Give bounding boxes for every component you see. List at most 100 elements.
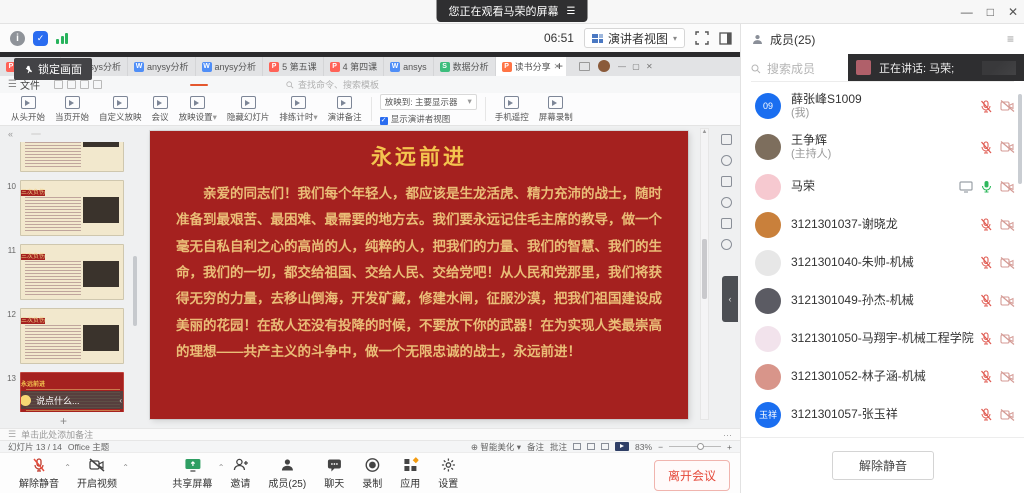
document-tab[interactable]: W anysy分析 [196,57,264,76]
meeting-info-icon[interactable]: i [10,31,25,46]
smart-beautify-button[interactable]: ⊕ 智能美化 ▾ [471,441,521,453]
sorter-view-icon[interactable] [587,443,595,450]
member-list-scrollbar[interactable] [1018,94,1022,184]
slide-thumbnail[interactable]: 13 永远前进 说点什么... ‹ [0,368,140,412]
mic-off-icon [980,218,992,231]
add-slide-button[interactable]: + [60,414,67,428]
slide-thumbnail[interactable]: 11 三次负伤 [0,240,140,304]
slide-thumbnail-partial[interactable] [0,142,140,176]
ribbon-button[interactable]: 隐藏幻灯片 [222,96,275,123]
member-avatar [755,250,781,276]
sidebar-toggle-icon[interactable] [719,32,732,45]
apps-button[interactable]: 应用 [391,457,429,490]
watching-screen-banner[interactable]: 您正在观看马荣的屏幕 ☰ [437,0,588,22]
comment-input-overlay[interactable]: 说点什么... ‹ [20,391,124,409]
presenter-view-checkbox[interactable]: ✓显示演讲者视图 [380,113,477,125]
thumbnail-scrollbar[interactable] [133,256,137,326]
banner-menu-icon[interactable]: ☰ [567,6,576,17]
security-shield-icon[interactable]: ✓ [33,31,48,46]
side-panel-collapse-tab[interactable]: ‹ [722,276,738,322]
ribbon-button[interactable]: 屏幕录制 [534,96,578,123]
zoom-slider[interactable] [669,446,721,447]
member-row[interactable]: 09 薛张峰S1009 (我) [741,86,1024,127]
share-screen-button[interactable]: 共享屏幕 ⌃ [163,457,221,490]
doc-type-icon: W [390,62,400,72]
slide-thumbnail[interactable]: 12 三次负伤 [0,304,140,368]
members-panel: 成员(25) ≡ 搜索成员 09 薛张峰S1009 (我) [740,24,1024,493]
notes-toggle[interactable]: 备注 [527,441,544,453]
tab-list-icon[interactable] [579,62,590,71]
pane-tab[interactable] [31,133,41,135]
current-slide[interactable]: 永远前进 亲爱的同志们！我们每个年轻人，都应该是生龙活虎、精力充沛的战士，随时准… [150,131,688,419]
member-row[interactable]: 王争辉 (主持人) [741,127,1024,168]
ribbon-button[interactable]: 放映设置▾ [174,96,222,123]
zoom-out-button[interactable]: − [658,442,663,452]
video-options-chevron[interactable]: ⌃ [122,463,129,472]
ribbon-tab[interactable] [190,84,208,86]
ribbon-button-icon [21,96,36,109]
close-button[interactable]: ✕ [1008,5,1018,19]
emoji-icon[interactable] [20,395,31,406]
member-row[interactable]: 马荣 [741,168,1024,206]
record-button[interactable]: 录制 [353,457,391,490]
zoom-in-button[interactable]: + [727,442,732,452]
panel-menu-icon[interactable]: ≡ [1007,32,1014,46]
wps-account-avatar[interactable] [598,60,610,72]
document-tab[interactable]: W anysy分析 [128,57,196,76]
ribbon-button[interactable]: 会议 [147,96,174,123]
minimize-button[interactable]: — [961,5,973,19]
leave-meeting-button[interactable]: 离开会议 [654,460,730,491]
ribbon-button[interactable]: 排练计时▾ [274,96,322,123]
settings-gear-icon [440,457,456,473]
side-tools-bar[interactable] [716,134,736,250]
panel-unmute-button[interactable]: 解除静音 [832,451,934,480]
quick-access-toolbar[interactable] [48,80,108,89]
notes-more-icon[interactable]: ··· [723,430,732,440]
normal-view-icon[interactable] [573,443,581,450]
member-row[interactable]: 3121301052-林子涵-机械 [741,358,1024,396]
settings-button[interactable]: 设置 [429,457,467,490]
invite-button[interactable]: 邀请 [221,457,259,490]
new-tab-button[interactable]: + [548,59,571,73]
display-target-select[interactable]: 放映到: 主要显示器 ▾ [380,94,477,110]
comments-toggle[interactable]: 批注 [550,441,567,453]
lock-view-button[interactable]: 锁定画面 [14,58,92,80]
unmute-button[interactable]: 解除静音 ⌃ [10,457,68,490]
member-row[interactable]: 3121301040-朱帅-机械 [741,244,1024,282]
slide-vertical-scrollbar[interactable]: ▲ [700,128,709,420]
member-row[interactable]: 玉祥 3121301057-张玉祥 [741,396,1024,434]
view-mode-button[interactable]: 演讲者视图 ▾ [584,28,685,48]
maximize-button[interactable]: □ [987,5,994,19]
zoom-level[interactable]: 83% [635,442,652,452]
member-avatar [755,134,781,160]
command-search[interactable]: 查找命令、搜索模板 [274,78,379,91]
slideshow-button[interactable] [615,442,629,451]
member-row[interactable]: 3121301037-谢晓龙 [741,206,1024,244]
ribbon-button[interactable]: 手机遥控 [490,96,534,123]
fullscreen-icon[interactable] [695,31,709,45]
ribbon-button[interactable]: 从头开始 [6,96,50,123]
wps-window-controls[interactable]: — ▢ ✕ [618,62,655,71]
doc-type-icon: P [502,62,512,72]
document-tab[interactable]: W ansys [384,57,434,76]
invite-icon [232,457,249,473]
ribbon-button[interactable]: 自定义放映 [94,96,147,123]
ribbon-button-icon [504,96,519,109]
collapse-pane-icon[interactable]: « [8,129,13,139]
reading-view-icon[interactable] [601,443,609,450]
slide-thumbnail[interactable]: 10 三次负伤 [0,176,140,240]
ribbon-button[interactable]: 当页开始 [50,96,94,123]
members-button[interactable]: 成员(25) [259,457,315,490]
notes-bar[interactable]: ☰ 单击此处添加备注 ··· [0,428,740,440]
member-row[interactable]: 3121301050-马翔宇-机械工程学院 [741,320,1024,358]
document-tab[interactable]: S 数据分析 [434,57,496,76]
document-tab[interactable]: P 4 第四课 [324,57,385,76]
chat-button[interactable]: 聊天 [315,457,353,490]
member-row[interactable]: 3121301049-孙杰-机械 [741,282,1024,320]
wps-workspace: « 10 三次负伤 [0,126,740,428]
document-tab[interactable]: P 5 第五课 [263,57,324,76]
speaking-label: 正在讲话: 马荣; [879,60,954,76]
meeting-timer: 06:51 [544,31,574,45]
ribbon-button[interactable]: 演讲备注 [323,96,367,123]
start-video-button[interactable]: 开启视频 ⌃ [68,457,126,490]
